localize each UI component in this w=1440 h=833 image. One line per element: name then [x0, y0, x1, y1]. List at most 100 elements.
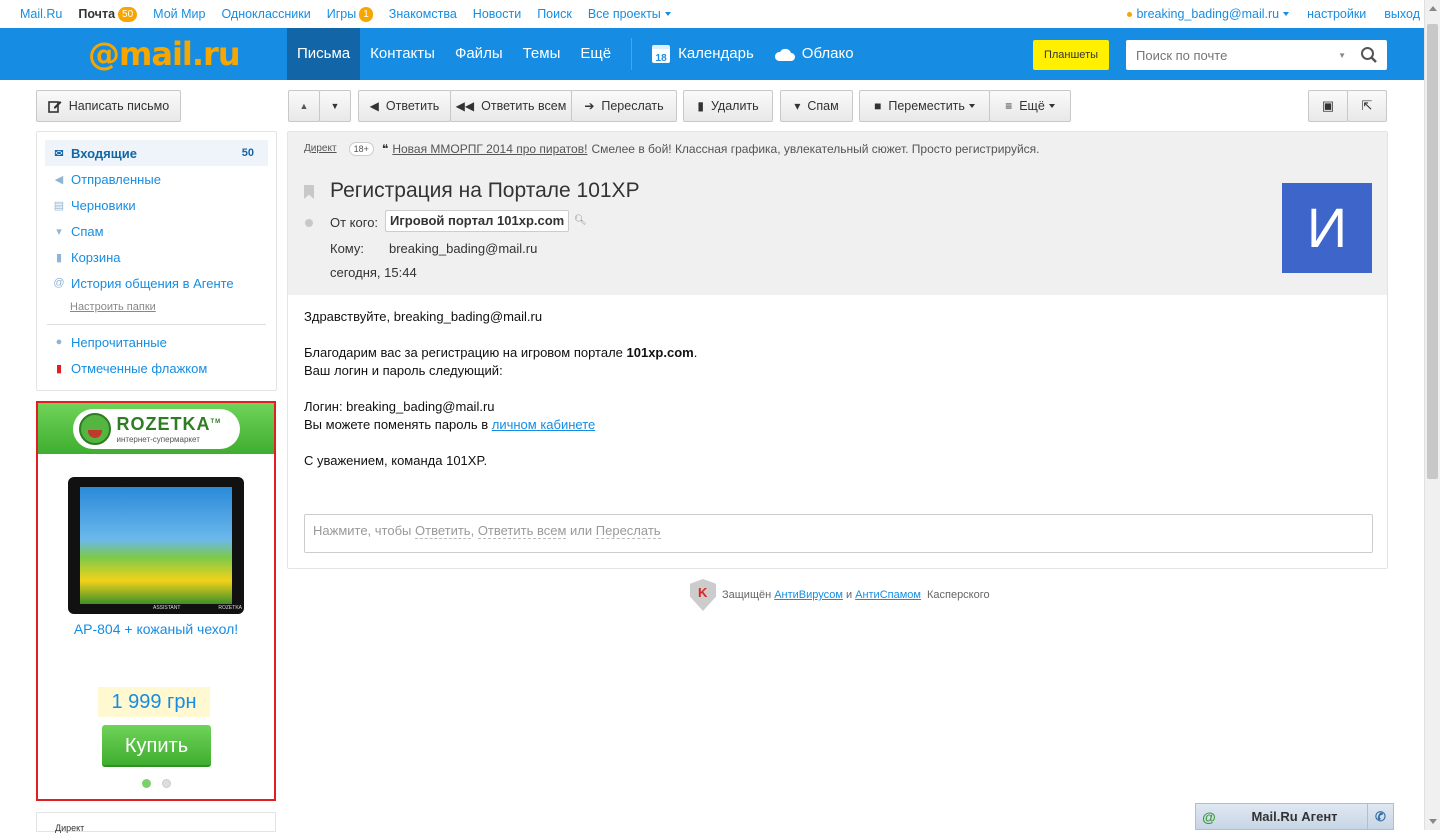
calendar-icon: 18	[652, 45, 671, 64]
user-menu[interactable]: breaking_bading@mail.ru	[1127, 7, 1290, 21]
print-button[interactable]: ▣	[1308, 90, 1348, 122]
filter-unread[interactable]: ● Непрочитанные	[37, 329, 276, 355]
filter-unread-label: Непрочитанные	[71, 334, 167, 350]
spam-label: Спам	[807, 99, 839, 113]
folder-trash[interactable]: ▮ Корзина	[37, 244, 276, 270]
tab-letters[interactable]: Письма	[287, 28, 361, 80]
tab-contacts[interactable]: Контакты	[360, 28, 445, 80]
kasp-and: и	[845, 589, 853, 601]
cabinet-link[interactable]: личном кабинете	[492, 417, 596, 432]
body-regards: С уважением, команда 101XP.	[304, 453, 488, 468]
tab-more[interactable]: Ещё	[570, 28, 621, 80]
magnifier-icon[interactable]: 🔍︎	[574, 215, 587, 226]
body-change: Вы можете поменять пароль в	[304, 417, 492, 432]
portal-znakomstva[interactable]: Знакомства	[389, 7, 457, 21]
folder-agent-history[interactable]: @ История общения в Агенте	[37, 270, 276, 296]
portal-pochta[interactable]: Почта 50	[78, 6, 138, 22]
ad-slide-dot[interactable]	[162, 779, 171, 788]
search-icon[interactable]	[1360, 46, 1378, 64]
page-scrollbar[interactable]	[1424, 0, 1440, 830]
reply-all-button[interactable]: ◀◀ Ответить всем	[450, 90, 572, 122]
forward-button[interactable]: ➔ Переслать	[571, 90, 677, 122]
scroll-thumb[interactable]	[1427, 24, 1438, 479]
more-label: Ещё	[1019, 99, 1045, 113]
quick-forward-link[interactable]: Переслать	[595, 523, 661, 539]
agent-title: Mail.Ru Агент	[1251, 809, 1338, 824]
sender-chip[interactable]: Игровой портал 101xp.com	[385, 210, 570, 232]
antivirus-link[interactable]: АнтиВирусом	[774, 589, 843, 601]
read-status-dot-icon[interactable]	[305, 219, 313, 227]
portal-moymir[interactable]: Мой Мир	[153, 7, 205, 21]
prev-message-button[interactable]: ▲	[288, 90, 320, 122]
phone-icon[interactable]: ✆	[1367, 804, 1393, 829]
filter-flagged-label: Отмеченные флажком	[71, 360, 208, 376]
rozetka-logo: ROZETKATM интернет-супермаркет	[72, 408, 240, 449]
envelope-icon: ✉	[54, 147, 64, 160]
next-message-button[interactable]: ▼	[319, 90, 351, 122]
delete-label: Удалить	[710, 99, 759, 113]
scroll-up-icon[interactable]	[1429, 6, 1437, 11]
tab-files[interactable]: Файлы	[445, 28, 513, 80]
move-button[interactable]: ■ Переместить	[859, 90, 990, 122]
delete-button[interactable]: ▮ Удалить	[683, 90, 773, 122]
more-button[interactable]: ≡ Ещё	[989, 90, 1071, 122]
folder-list: ✉ Входящие 50 ◀ Отправленные ▤ Черновики ▾ Сп…	[36, 131, 277, 391]
trash-icon: ▮	[55, 251, 63, 264]
scroll-down-icon[interactable]	[1429, 819, 1437, 824]
portal-mailru[interactable]: Mail.Ru	[20, 7, 62, 21]
direct-block-label: Директ	[36, 812, 276, 833]
portal-all-projects[interactable]: Все проекты	[588, 7, 671, 21]
quick-reply-box[interactable]: Нажмите, чтобы Ответить, Ответить всем и…	[304, 514, 1373, 553]
cloud-label: Облако	[801, 45, 854, 62]
pencil-icon	[47, 101, 62, 113]
direct-ad-link[interactable]: Новая ММОРПГ 2014 про пиратов!	[392, 142, 587, 156]
rozetka-ad[interactable]: ROZETKATM интернет-супермаркет ASSISTANT…	[36, 401, 276, 801]
mailru-agent-bar[interactable]: @ Mail.Ru Агент ✆	[1195, 803, 1394, 830]
settings-link[interactable]: настройки	[1307, 7, 1366, 21]
spam-button[interactable]: ▾ Спам	[780, 90, 853, 122]
folder-agent-history-label: История общения в Агенте	[71, 275, 234, 291]
quick-or: или	[566, 523, 596, 538]
portal-news[interactable]: Новости	[473, 7, 521, 21]
portal-games[interactable]: Игры 1	[327, 6, 373, 22]
folder-sent[interactable]: ◀ Отправленные	[37, 166, 276, 192]
rozetka-tagline: интернет-супермаркет	[116, 434, 200, 444]
direct-label[interactable]: Директ	[304, 143, 337, 154]
search-input[interactable]	[1126, 41, 1339, 69]
forward-label: Переслать	[601, 99, 664, 113]
reply-button[interactable]: ◀ Ответить	[358, 90, 451, 122]
folder-drafts-label: Черновики	[71, 197, 136, 213]
logout-link[interactable]: выход	[1384, 7, 1420, 21]
tab-calendar[interactable]: 18 Календарь	[642, 28, 764, 80]
recipient: breaking_bading@mail.ru	[389, 241, 538, 256]
mailru-logo[interactable]: @mail.ru	[88, 35, 241, 73]
agent-at-icon: @	[1202, 808, 1216, 825]
portal-user-bar: breaking_bading@mail.ru настройки выход	[1109, 0, 1420, 28]
ad-buy-button[interactable]: Купить	[102, 725, 211, 767]
age-badge: 18+	[348, 141, 374, 156]
portal-odnoklassniki[interactable]: Одноклассники	[221, 7, 310, 21]
folder-drafts[interactable]: ▤ Черновики	[37, 192, 276, 218]
folder-spam[interactable]: ▾ Спам	[37, 218, 276, 244]
ad-slide-dot-active[interactable]	[142, 779, 151, 788]
search-options-chevron-icon[interactable]: ▼	[1338, 51, 1346, 60]
tablets-button[interactable]: Планшеты	[1033, 40, 1109, 70]
ad-product-title[interactable]: AP-804 + кожаный чехол!	[38, 621, 274, 637]
user-email: breaking_bading@mail.ru	[1136, 7, 1280, 21]
compose-button[interactable]: Написать письмо	[36, 90, 181, 122]
open-window-button[interactable]: ⇱	[1347, 90, 1387, 122]
to-label: Кому:	[330, 241, 364, 256]
quick-reply-all-link[interactable]: Ответить всем	[477, 523, 567, 539]
tablet-image: ASSISTANT ROZETKA	[68, 477, 244, 614]
quick-reply-link[interactable]: Ответить	[415, 523, 471, 539]
antispam-link[interactable]: АнтиСпамом	[855, 589, 921, 601]
configure-folders-link[interactable]: Настроить папки	[70, 296, 276, 318]
bookmark-flag-icon[interactable]	[304, 185, 314, 199]
filter-flagged[interactable]: ▮ Отмеченные флажком	[37, 355, 276, 381]
body-thanks: Благодарим вас за регистрацию на игровом…	[304, 345, 627, 360]
unread-dot-icon: ●	[55, 336, 63, 348]
tab-cloud[interactable]: Облако	[764, 28, 864, 80]
tab-themes[interactable]: Темы	[513, 28, 571, 80]
portal-search[interactable]: Поиск	[537, 7, 572, 21]
folder-inbox[interactable]: ✉ Входящие 50	[45, 140, 268, 166]
